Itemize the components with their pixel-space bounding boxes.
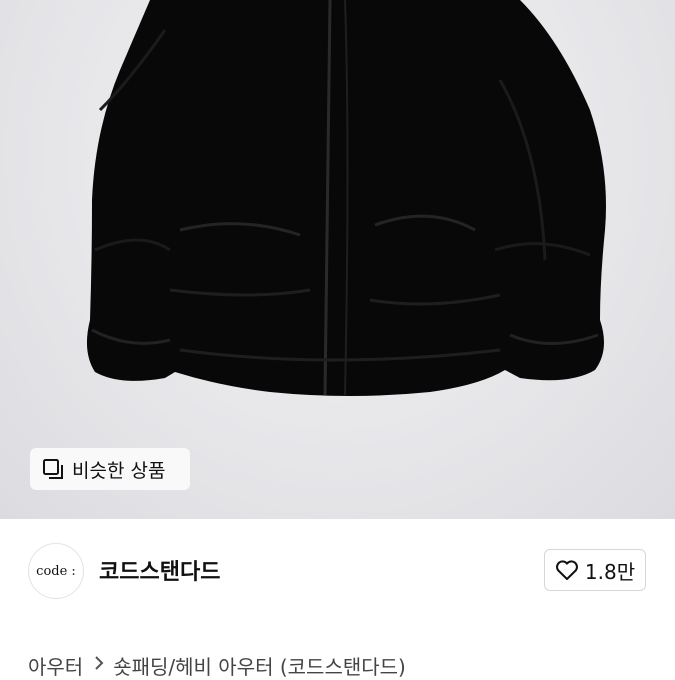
breadcrumb-item-outer[interactable]: 아우터 [28, 651, 83, 680]
breadcrumb-item-short-padding[interactable]: 숏패딩/헤비 아우터 (코드스탠다드) [113, 651, 406, 680]
avatar-text: code : [36, 563, 76, 579]
product-image[interactable]: 비슷한 상품 [0, 0, 675, 519]
like-count: 1.8만 [584, 559, 636, 584]
square-stack-icon [42, 458, 64, 480]
similar-products-label: 비슷한 상품 [72, 459, 166, 482]
chevron-right-icon [94, 655, 104, 676]
seller-info: code : 코드스탠다드 1.8만 [0, 519, 675, 619]
seller-avatar[interactable]: code : [28, 543, 84, 599]
breadcrumb: 아우터 숏패딩/헤비 아우터 (코드스탠다드) [28, 651, 406, 680]
heart-outline-icon [555, 559, 579, 581]
like-button[interactable]: 1.8만 [544, 549, 646, 591]
jacket-photo [86, 0, 606, 396]
similar-products-button[interactable]: 비슷한 상품 [30, 448, 190, 490]
seller-name[interactable]: 코드스탠다드 [99, 554, 220, 586]
